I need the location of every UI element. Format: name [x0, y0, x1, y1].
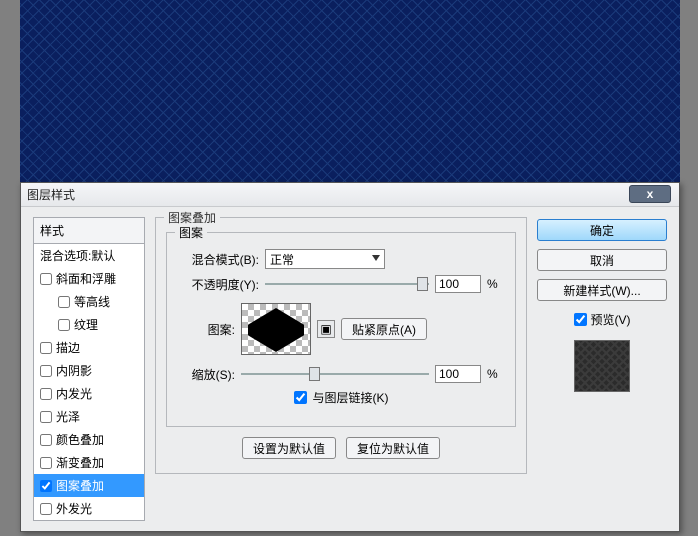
pattern-group: 图案 混合模式(B): 正常 不透明度(Y): [166, 232, 516, 427]
group-title: 图案 [175, 224, 207, 241]
scale-slider[interactable] [241, 365, 429, 383]
style-item-label: 颜色叠加 [56, 431, 104, 448]
style-item[interactable]: 光泽 [34, 405, 144, 428]
style-item-checkbox[interactable] [58, 296, 70, 308]
cancel-button[interactable]: 取消 [537, 249, 667, 271]
new-pattern-button[interactable]: ▣ [317, 320, 335, 338]
style-item-checkbox[interactable] [40, 411, 52, 423]
set-default-button[interactable]: 设置为默认值 [242, 437, 336, 459]
styles-list: 样式 混合选项:默认 斜面和浮雕等高线纹理描边内阴影内发光光泽颜色叠加渐变叠加图… [33, 217, 145, 521]
layer-style-dialog: 图层样式 x 样式 混合选项:默认 斜面和浮雕等高线纹理描边内阴影内发光光泽颜色… [20, 182, 680, 532]
style-item[interactable]: 等高线 [34, 290, 144, 313]
new-style-button[interactable]: 新建样式(W)... [537, 279, 667, 301]
style-item-label: 等高线 [74, 293, 110, 310]
preview-label: 预览(V) [591, 311, 631, 328]
pattern-picker[interactable] [241, 303, 311, 355]
preview-swatch [574, 340, 630, 392]
style-item-label: 图案叠加 [56, 477, 104, 494]
dialog-titlebar[interactable]: 图层样式 x [21, 183, 679, 207]
style-item-label: 内发光 [56, 385, 92, 402]
snap-origin-button[interactable]: 贴紧原点(A) [341, 318, 427, 340]
defaults-row: 设置为默认值 复位为默认值 [166, 437, 516, 459]
preview-row: 预览(V) [537, 311, 667, 328]
style-item[interactable]: 描边 [34, 336, 144, 359]
percent-label-2: % [487, 367, 503, 381]
style-item[interactable]: 内发光 [34, 382, 144, 405]
percent-label: % [487, 277, 503, 291]
blend-mode-value: 正常 [270, 251, 294, 268]
style-item[interactable]: 颜色叠加 [34, 428, 144, 451]
canvas-background [20, 0, 680, 185]
pattern-row: 图案: ▣ 贴紧原点(A) [179, 303, 503, 355]
opacity-label: 不透明度(Y): [179, 276, 259, 293]
style-item-checkbox[interactable] [40, 434, 52, 446]
pattern-label: 图案: [179, 321, 235, 338]
pattern-overlay-panel: 图案叠加 图案 混合模式(B): 正常 不透明度(Y): [155, 217, 527, 521]
link-row: 与图层链接(K) [179, 389, 503, 406]
style-item-label: 渐变叠加 [56, 454, 104, 471]
style-item[interactable]: 斜面和浮雕 [34, 267, 144, 290]
style-item[interactable]: 投影 [34, 520, 144, 521]
style-item-checkbox[interactable] [40, 480, 52, 492]
link-label: 与图层链接(K) [313, 389, 389, 406]
blend-mode-row: 混合模式(B): 正常 [179, 249, 503, 269]
style-item-label: 斜面和浮雕 [56, 270, 116, 287]
pattern-overlay-fieldset: 图案叠加 图案 混合模式(B): 正常 不透明度(Y): [155, 217, 527, 474]
style-item-checkbox[interactable] [40, 273, 52, 285]
close-button[interactable]: x [629, 185, 671, 203]
style-item-checkbox[interactable] [40, 365, 52, 377]
preview-checkbox[interactable] [574, 313, 587, 326]
scale-input[interactable] [435, 365, 481, 383]
style-item-checkbox[interactable] [58, 319, 70, 331]
new-preset-icon: ▣ [320, 322, 331, 336]
opacity-input[interactable] [435, 275, 481, 293]
scale-row: 缩放(S): % [179, 365, 503, 383]
opacity-slider[interactable] [265, 275, 429, 293]
link-with-layer-checkbox[interactable] [294, 391, 307, 404]
scale-label: 缩放(S): [179, 366, 235, 383]
style-item-label: 外发光 [56, 500, 92, 517]
style-item[interactable]: 外发光 [34, 497, 144, 520]
opacity-row: 不透明度(Y): % [179, 275, 503, 293]
style-item[interactable]: 图案叠加 [34, 474, 144, 497]
style-item-label: 内阴影 [56, 362, 92, 379]
right-button-panel: 确定 取消 新建样式(W)... 预览(V) [537, 217, 667, 521]
blend-mode-select[interactable]: 正常 [265, 249, 385, 269]
style-item-checkbox[interactable] [40, 342, 52, 354]
styles-header[interactable]: 样式 [34, 218, 144, 244]
style-item-label: 光泽 [56, 408, 80, 425]
reset-default-button[interactable]: 复位为默认值 [346, 437, 440, 459]
style-item-checkbox[interactable] [40, 503, 52, 515]
chevron-down-icon [372, 255, 380, 261]
dialog-title: 图层样式 [27, 186, 75, 203]
close-icon: x [647, 187, 654, 201]
style-item-checkbox[interactable] [40, 388, 52, 400]
style-item[interactable]: 渐变叠加 [34, 451, 144, 474]
style-item[interactable]: 内阴影 [34, 359, 144, 382]
blend-options-item[interactable]: 混合选项:默认 [34, 244, 144, 267]
blend-mode-label: 混合模式(B): [179, 251, 259, 268]
style-item[interactable]: 纹理 [34, 313, 144, 336]
ok-button[interactable]: 确定 [537, 219, 667, 241]
style-item-checkbox[interactable] [40, 457, 52, 469]
style-item-label: 纹理 [74, 316, 98, 333]
blend-options-label: 混合选项:默认 [40, 247, 115, 264]
style-item-label: 描边 [56, 339, 80, 356]
